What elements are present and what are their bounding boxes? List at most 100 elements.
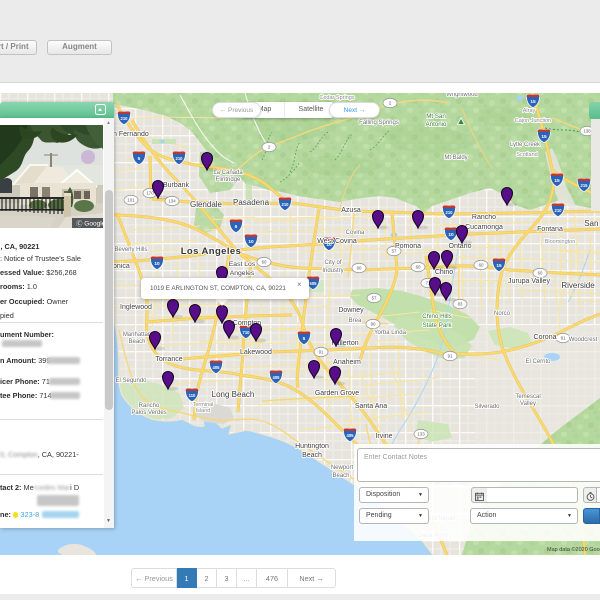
svg-text:210: 210 [555,208,563,213]
svg-text:210: 210 [446,210,454,215]
svg-text:101: 101 [127,198,135,203]
svg-text:Corona: Corona [534,334,557,341]
svg-text:Torrance: Torrance [155,356,182,363]
svg-text:El Segundo: El Segundo [115,378,147,384]
svg-text:405: 405 [347,433,355,438]
svg-text:Huntington: Huntington [295,443,329,450]
svg-text:60: 60 [479,263,484,268]
svg-text:5: 5 [235,224,238,230]
svg-text:210: 210 [121,116,129,121]
svg-text:Ⓒ Google: Ⓒ Google [76,220,103,228]
svg-text:State Park: State Park [423,322,453,329]
svg-text:Mt Baldy: Mt Baldy [444,155,467,161]
svg-text:10: 10 [248,239,254,245]
svg-text:Burbank: Burbank [163,182,190,189]
svg-text:Beach: Beach [332,473,349,479]
svg-text:Valley: Valley [520,401,536,407]
svg-text:Wrightwood: Wrightwood [446,93,478,98]
svg-text:Manhattan: Manhattan [123,332,151,338]
svg-text:15: 15 [541,134,547,140]
svg-text:60: 60 [262,260,267,265]
svg-text:Scotland: Scotland [516,152,537,158]
svg-text:15: 15 [496,263,502,269]
svg-text:Woodcrest: Woodcrest [569,337,598,343]
svg-text:110: 110 [189,393,196,398]
svg-text:605: 605 [310,281,318,286]
svg-text:Fontana: Fontana [537,226,563,233]
svg-text:210: 210 [176,156,184,161]
svg-text:Beverly Hills: Beverly Hills [114,247,147,253]
svg-text:91: 91 [319,350,324,355]
svg-text:Bloomington: Bloomington [545,239,576,245]
svg-text:90: 90 [371,322,376,327]
svg-text:15: 15 [530,99,536,105]
svg-text:10: 10 [448,232,454,238]
svg-text:West Covina: West Covina [317,238,357,245]
svg-text:Falling Springs: Falling Springs [359,120,399,126]
svg-text:Irvine: Irvine [375,433,392,440]
svg-text:El Cerrito: El Cerrito [525,359,551,365]
svg-text:Lytle Creek: Lytle Creek [510,142,541,148]
svg-text:60: 60 [357,266,362,271]
svg-text:91: 91 [448,354,453,359]
svg-text:57: 57 [372,296,377,301]
svg-text:10: 10 [154,261,160,267]
svg-text:Palos Verdes: Palos Verdes [131,410,166,416]
svg-text:San Bernardino: San Bernardino [584,219,600,228]
svg-text:83: 83 [458,302,463,307]
svg-text:Downey: Downey [338,307,364,314]
svg-text:Pasadena: Pasadena [233,198,270,207]
svg-text:Antonio: Antonio [426,121,448,128]
svg-text:City of: City of [324,260,341,266]
svg-text:Glendale: Glendale [190,200,223,209]
svg-text:Anaheim: Anaheim [333,359,361,366]
svg-text:405: 405 [213,365,221,370]
svg-text:5: 5 [303,336,306,342]
svg-text:133: 133 [417,432,425,437]
svg-text:onica: onica [113,263,130,270]
svg-text:East Los: East Los [229,261,256,268]
svg-text:Rancho: Rancho [472,214,496,221]
svg-text:n Fernando: n Fernando [113,131,149,138]
svg-text:Pomona: Pomona [395,243,421,250]
svg-text:Inglewood: Inglewood [120,304,152,311]
svg-text:Yorba Linda: Yorba Linda [374,330,406,336]
svg-text:138: 138 [583,129,591,134]
svg-text:710: 710 [243,330,251,335]
svg-text:Flintridge: Flintridge [216,177,241,183]
svg-text:15: 15 [554,178,560,184]
svg-text:170: 170 [146,191,154,196]
svg-text:210: 210 [282,202,290,207]
svg-text:Chino Hills: Chino Hills [422,313,452,320]
svg-text:60: 60 [538,271,543,276]
svg-text:Garden Grove: Garden Grove [315,390,359,397]
svg-text:Beach: Beach [302,452,322,459]
svg-text:405: 405 [273,375,281,380]
svg-text:Long Beach: Long Beach [212,390,255,399]
svg-text:91: 91 [561,336,566,341]
svg-text:Angeles: Angeles [230,270,255,277]
svg-text:Riverside: Riverside [561,281,595,290]
svg-text:5: 5 [138,156,141,162]
svg-text:Azusa: Azusa [341,207,361,214]
svg-text:Norco: Norco [494,311,511,317]
svg-text:Jurupa Valley: Jurupa Valley [508,278,550,285]
svg-text:Beach: Beach [128,339,145,345]
svg-text:215: 215 [581,183,589,188]
svg-text:Rancho: Rancho [139,403,160,409]
svg-text:Cajon Junction: Cajon Junction [515,118,551,124]
svg-text:Industry: Industry [322,268,343,274]
svg-text:Lakewood: Lakewood [240,349,272,356]
svg-text:Newport: Newport [331,465,354,471]
svg-text:Los Angeles: Los Angeles [181,246,242,257]
svg-text:134: 134 [168,199,176,204]
svg-text:Cucamonga: Cucamonga [465,224,503,231]
svg-text:Silverado: Silverado [474,404,500,410]
svg-text:Covina: Covina [346,230,365,236]
svg-text:Temescal: Temescal [515,394,540,400]
svg-text:Mt San: Mt San [426,113,446,120]
svg-text:Brea: Brea [349,318,362,324]
svg-text:60: 60 [416,265,421,270]
svg-text:Cedar Springs: Cedar Springs [319,95,354,101]
svg-text:Santa Ana: Santa Ana [355,403,387,410]
